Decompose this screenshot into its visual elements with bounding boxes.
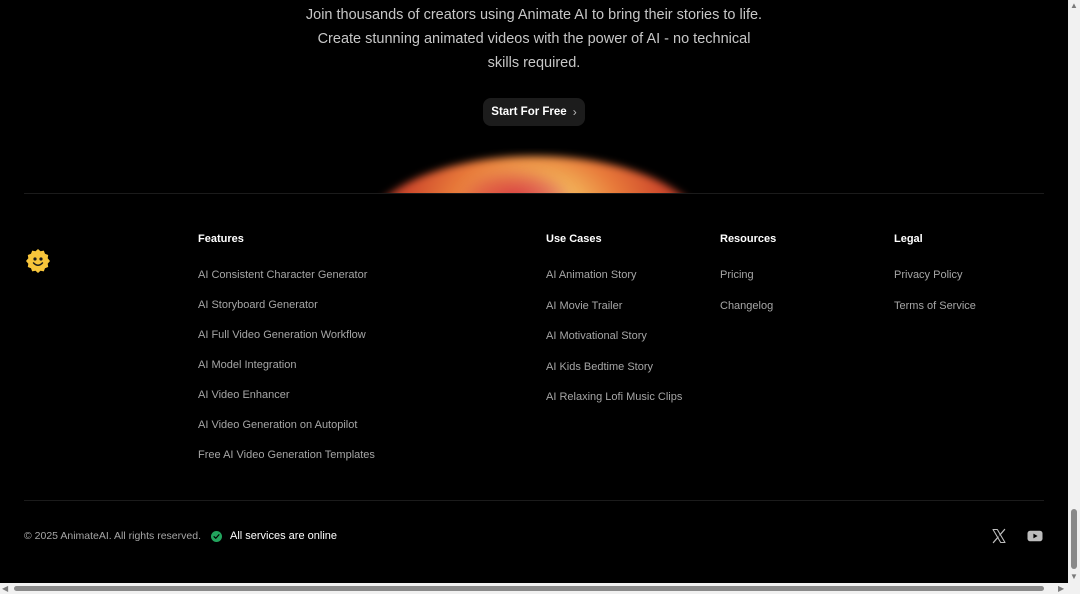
- footer-link-video-enhancer[interactable]: AI Video Enhancer: [198, 388, 375, 402]
- scroll-down-arrow-icon[interactable]: ▼: [1070, 573, 1078, 581]
- footer-link-lofi-music-clips[interactable]: AI Relaxing Lofi Music Clips: [546, 390, 682, 404]
- footer-link-pricing[interactable]: Pricing: [720, 268, 776, 282]
- footer-link-model-integration[interactable]: AI Model Integration: [198, 358, 375, 372]
- legal-heading: Legal: [894, 233, 923, 245]
- footer-link-autopilot[interactable]: AI Video Generation on Autopilot: [198, 418, 375, 432]
- horizontal-scrollbar[interactable]: ◀ ▶: [0, 583, 1080, 594]
- footer-link-terms-of-service[interactable]: Terms of Service: [894, 299, 976, 313]
- footer-column-legal: Legal Privacy Policy Terms of Service: [894, 232, 976, 313]
- start-for-free-label: Start For Free: [491, 106, 567, 118]
- status-text: All services are online: [230, 530, 337, 542]
- gradient-glow: [340, 148, 730, 193]
- x-icon[interactable]: [991, 528, 1007, 544]
- vertical-scroll-thumb[interactable]: [1071, 509, 1077, 569]
- scroll-left-arrow-icon[interactable]: ◀: [2, 585, 8, 593]
- footer-divider: [24, 500, 1044, 501]
- section-divider: [24, 193, 1044, 194]
- footer-link-kids-bedtime-story[interactable]: AI Kids Bedtime Story: [546, 360, 682, 374]
- horizontal-scroll-thumb[interactable]: [14, 586, 1044, 591]
- animateai-logo-icon[interactable]: [25, 248, 51, 274]
- footer-link-storyboard-generator[interactable]: AI Storyboard Generator: [198, 298, 375, 312]
- cta-line-1: Join thousands of creators using Animate…: [305, 7, 763, 23]
- cta-description: Join thousands of creators using Animate…: [234, 3, 834, 75]
- use-cases-heading: Use Cases: [546, 233, 602, 245]
- footer-link-privacy-policy[interactable]: Privacy Policy: [894, 268, 976, 282]
- footer-column-resources: Resources Pricing Changelog: [720, 232, 776, 313]
- footer-link-movie-trailer[interactable]: AI Movie Trailer: [546, 299, 682, 313]
- cta-line-3: skills required.: [487, 55, 581, 71]
- footer-link-motivational-story[interactable]: AI Motivational Story: [546, 329, 682, 343]
- footer-link-consistent-character[interactable]: AI Consistent Character Generator: [198, 268, 375, 282]
- footer-column-features: Features AI Consistent Character Generat…: [198, 232, 375, 462]
- resources-heading: Resources: [720, 233, 777, 245]
- scroll-right-arrow-icon[interactable]: ▶: [1058, 585, 1064, 593]
- chevron-right-icon: ›: [572, 105, 577, 119]
- footer-column-use-cases: Use Cases AI Animation Story AI Movie Tr…: [546, 232, 682, 404]
- vertical-scrollbar[interactable]: ▲ ▼: [1068, 0, 1080, 583]
- scroll-up-arrow-icon[interactable]: ▲: [1070, 2, 1078, 10]
- footer-link-animation-story[interactable]: AI Animation Story: [546, 268, 682, 282]
- check-circle-icon: [211, 530, 222, 542]
- copyright-text: © 2025 AnimateAI. All rights reserved.: [24, 530, 201, 542]
- footer-link-full-video-workflow[interactable]: AI Full Video Generation Workflow: [198, 328, 375, 342]
- start-for-free-button[interactable]: Start For Free ›: [483, 98, 585, 126]
- footer-link-changelog[interactable]: Changelog: [720, 299, 776, 313]
- page: Join thousands of creators using Animate…: [0, 0, 1068, 583]
- features-heading: Features: [198, 233, 244, 245]
- youtube-icon[interactable]: [1027, 528, 1043, 544]
- status-indicator[interactable]: All services are online: [211, 529, 337, 543]
- cta-line-2: Create stunning animated videos with the…: [317, 31, 751, 47]
- footer-link-free-templates[interactable]: Free AI Video Generation Templates: [198, 448, 375, 462]
